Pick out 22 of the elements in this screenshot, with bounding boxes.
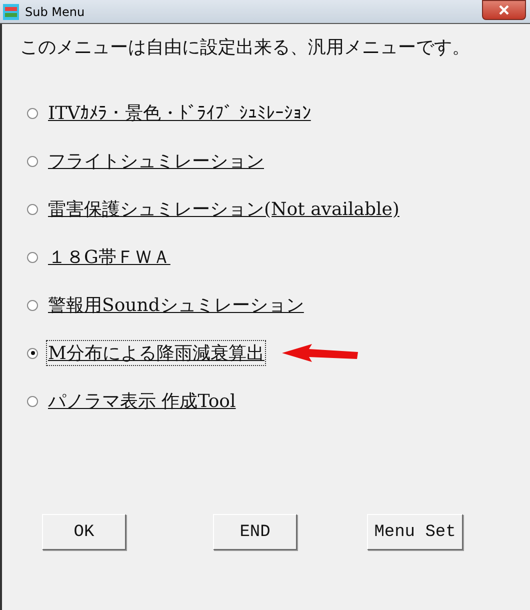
radio-button[interactable] [27, 396, 38, 406]
dialog-button[interactable]: OK [42, 514, 126, 550]
radio-button[interactable] [27, 252, 38, 262]
option-label[interactable]: フライトシュミレーション [46, 148, 266, 174]
close-icon [499, 5, 509, 15]
radio-button[interactable] [27, 108, 38, 118]
option-label[interactable]: パノラマ表示 作成Tool [46, 388, 238, 414]
option-label[interactable]: ITVｶﾒﾗ・景色・ﾄﾞﾗｲﾌﾞ ｼｭﾐﾚｰｼｮﾝ [46, 100, 313, 126]
dialog-button[interactable]: Menu Set [367, 514, 463, 550]
option-label[interactable]: １８G帯ＦＷＡ [46, 244, 172, 270]
option-label[interactable]: 雷害保護シュミレーション(Not available) [46, 196, 402, 222]
radio-button[interactable] [27, 300, 38, 310]
description-text: このメニューは自由に設定出来る、汎用メニューです。 [20, 36, 471, 59]
close-button[interactable] [482, 0, 526, 20]
option-label[interactable]: 警報用Soundシュミレーション [46, 292, 306, 318]
dialog-button[interactable]: END [213, 514, 297, 550]
window-title: Sub Menu [25, 4, 85, 18]
radio-button[interactable] [27, 204, 38, 214]
app-icon [3, 4, 19, 20]
radio-button[interactable] [27, 156, 38, 166]
radio-button[interactable] [27, 348, 38, 358]
option-label[interactable]: M分布による降雨減衰算出 [46, 340, 266, 366]
